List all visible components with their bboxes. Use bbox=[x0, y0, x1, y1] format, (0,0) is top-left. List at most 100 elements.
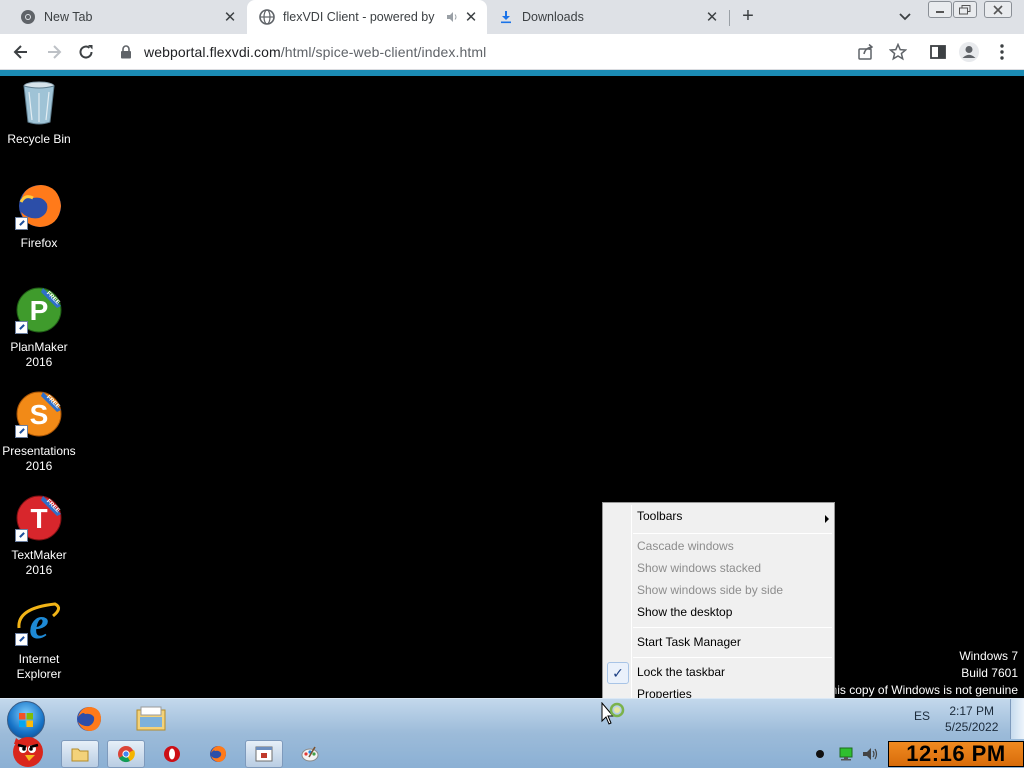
recycle-bin-icon bbox=[15, 78, 63, 126]
badge-letter: T bbox=[30, 503, 47, 534]
chevron-down-icon[interactable] bbox=[896, 8, 914, 26]
side-panel-icon[interactable] bbox=[927, 41, 949, 63]
clock-date: 5/25/2022 bbox=[945, 720, 999, 734]
secondary-taskbar: 12:16 PM bbox=[0, 737, 1024, 768]
minimize-button[interactable] bbox=[928, 1, 952, 18]
windows-taskbar[interactable]: ES 2:17 PM 5/25/2022 12:16 PM bbox=[0, 698, 1024, 768]
presentations-icon: S FREE bbox=[15, 390, 63, 438]
reload-button[interactable] bbox=[75, 41, 97, 63]
taskbar-firefox-icon[interactable] bbox=[199, 740, 237, 768]
taskbar-chrome-icon[interactable] bbox=[107, 740, 145, 768]
planmaker-icon: P FREE bbox=[15, 286, 63, 334]
taskbar-context-menu: Toolbars Cascade windows Show windows st… bbox=[602, 502, 835, 708]
show-desktop-button[interactable] bbox=[1010, 699, 1024, 739]
desktop-icon-recycle-bin[interactable]: Recycle Bin bbox=[0, 78, 78, 147]
badge-letter: P bbox=[30, 295, 49, 326]
taskbar-folder-icon[interactable] bbox=[61, 740, 99, 768]
tab-strip: New Tab ✕ flexVDI Client - powered by ✕ … bbox=[0, 0, 1024, 34]
share-icon[interactable] bbox=[855, 41, 877, 63]
menu-item-show-desktop[interactable]: Show the desktop bbox=[637, 602, 732, 622]
tab-downloads[interactable]: Downloads ✕ bbox=[488, 0, 728, 34]
desktop-icon-planmaker[interactable]: P FREE PlanMaker 2016 bbox=[0, 286, 78, 370]
new-tab-button[interactable]: + bbox=[738, 6, 758, 27]
taskbar-app-window-icon[interactable] bbox=[245, 740, 283, 768]
desktop-icon-internet-explorer[interactable]: e Internet Explorer bbox=[0, 598, 78, 682]
taskbar-opera-icon[interactable] bbox=[153, 740, 191, 768]
taskbar-paint-icon[interactable] bbox=[291, 740, 329, 768]
menu-item-toolbars[interactable]: Toolbars bbox=[637, 506, 829, 526]
bookmark-star-icon[interactable] bbox=[887, 41, 909, 63]
lock-icon[interactable] bbox=[120, 45, 134, 59]
desktop-icon-presentations[interactable]: S FREE Presentations 2016 bbox=[0, 390, 78, 474]
volume-icon[interactable] bbox=[862, 747, 878, 761]
shortcut-arrow-icon bbox=[15, 633, 28, 646]
globe-icon bbox=[259, 9, 275, 25]
menu-item-show-windows-stacked: Show windows stacked bbox=[637, 561, 762, 575]
windows-watermark: Windows 7 Build 7601 his copy of Windows… bbox=[831, 648, 1018, 699]
address-bar[interactable]: webportal.flexvdi.com/html/spice-web-cli… bbox=[112, 38, 920, 66]
desktop-icon-label: PlanMaker 2016 bbox=[10, 340, 68, 369]
clock-time: 2:17 PM bbox=[949, 704, 995, 718]
remote-desktop[interactable]: Recycle Bin Firefox P FREE PlanMaker 201… bbox=[0, 76, 1024, 698]
badge-letter: S bbox=[30, 399, 49, 430]
close-tab-icon[interactable]: ✕ bbox=[463, 9, 479, 26]
desktop-icon-label: Firefox bbox=[20, 236, 58, 250]
url-host: webportal.flexvdi.com bbox=[144, 44, 281, 60]
tab-title: New Tab bbox=[44, 10, 93, 24]
menu-separator bbox=[633, 533, 832, 534]
forward-button[interactable] bbox=[43, 41, 65, 63]
submenu-arrow-icon bbox=[825, 515, 829, 523]
url-path: /html/spice-web-client/index.html bbox=[280, 44, 487, 60]
restore-button[interactable] bbox=[953, 1, 977, 18]
shortcut-arrow-icon bbox=[15, 529, 28, 542]
tab-flexvdi-client[interactable]: flexVDI Client - powered by ✕ bbox=[247, 0, 487, 34]
speaker-icon[interactable] bbox=[445, 9, 459, 25]
mouse-pointer-busy-icon bbox=[601, 701, 625, 728]
download-icon bbox=[498, 9, 514, 25]
internet-explorer-icon: e bbox=[15, 598, 63, 648]
desktop-icon-firefox[interactable]: Firefox bbox=[0, 182, 78, 251]
tab-title: flexVDI Client - powered by bbox=[283, 10, 435, 24]
menu-gutter bbox=[631, 505, 632, 705]
system-clock[interactable]: 2:17 PM 5/25/2022 bbox=[945, 703, 998, 735]
url-text: webportal.flexvdi.com/html/spice-web-cli… bbox=[144, 44, 486, 60]
menu-item-cascade-windows: Cascade windows bbox=[637, 539, 734, 553]
watermark-line: Windows 7 bbox=[959, 649, 1018, 663]
tab-divider bbox=[729, 10, 730, 26]
desktop-icon-label: Recycle Bin bbox=[7, 132, 71, 146]
secondary-clock[interactable]: 12:16 PM bbox=[888, 741, 1024, 767]
language-indicator[interactable]: ES bbox=[914, 709, 930, 723]
shortcut-arrow-icon bbox=[15, 217, 28, 230]
textmaker-icon: T FREE bbox=[15, 494, 63, 542]
close-tab-icon[interactable]: ✕ bbox=[704, 9, 720, 26]
firefox-icon bbox=[15, 182, 63, 230]
menu-item-start-task-manager[interactable]: Start Task Manager bbox=[637, 632, 741, 652]
network-icon[interactable] bbox=[838, 747, 854, 761]
taskbar-firefox-icon[interactable] bbox=[70, 705, 108, 733]
desktop-icon-textmaker[interactable]: T FREE TextMaker 2016 bbox=[0, 494, 78, 578]
browser-toolbar: webportal.flexvdi.com/html/spice-web-cli… bbox=[0, 34, 1024, 70]
record-dot-icon[interactable] bbox=[812, 747, 828, 761]
back-button[interactable] bbox=[10, 41, 32, 63]
windows-logo-icon bbox=[19, 713, 33, 727]
tab-title: Downloads bbox=[522, 10, 584, 24]
menu-separator bbox=[633, 657, 832, 658]
desktop-icon-label: Internet Explorer bbox=[16, 652, 62, 681]
checkmark-icon: ✓ bbox=[607, 662, 629, 684]
close-window-button[interactable] bbox=[984, 1, 1012, 18]
shortcut-arrow-icon bbox=[15, 321, 28, 334]
watermark-line: his copy of Windows is not genuine bbox=[830, 683, 1018, 697]
menu-item-label: Toolbars bbox=[637, 509, 683, 523]
menu-item-lock-taskbar[interactable]: Lock the taskbar bbox=[637, 662, 725, 682]
menu-item-show-windows-side-by-side: Show windows side by side bbox=[637, 583, 784, 597]
chrome-icon bbox=[20, 9, 36, 25]
taskbar-file-explorer-icon[interactable] bbox=[132, 705, 170, 733]
profile-avatar-icon[interactable] bbox=[958, 41, 980, 63]
menu-separator bbox=[633, 627, 832, 628]
close-tab-icon[interactable]: ✕ bbox=[222, 9, 238, 26]
angry-bird-icon[interactable] bbox=[4, 733, 48, 768]
tab-new-tab[interactable]: New Tab ✕ bbox=[0, 0, 246, 34]
menu-kebab-icon[interactable] bbox=[991, 41, 1013, 63]
shortcut-arrow-icon bbox=[15, 425, 28, 438]
desktop-icon-label: TextMaker 2016 bbox=[11, 548, 67, 577]
